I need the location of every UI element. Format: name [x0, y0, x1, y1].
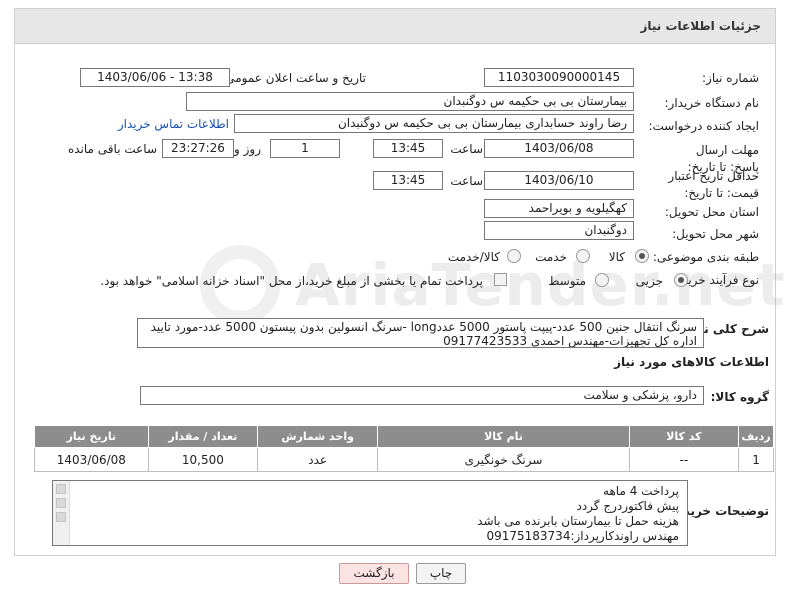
back-button[interactable]: بازگشت	[339, 563, 409, 584]
category-label: طبقه بندی موضوعی:	[652, 250, 759, 264]
scroll-thumb[interactable]	[56, 498, 66, 508]
days-value: 1	[270, 139, 340, 158]
buyer-notes-textarea[interactable]: پرداخت 4 ماهه پیش فاکتوردرج گردد هزینه ح…	[52, 480, 688, 546]
category-radio-goods[interactable]	[635, 249, 649, 263]
contact-info-link[interactable]: اطلاعات تماس خریدار	[118, 117, 229, 131]
city-label: شهر محل تحویل:	[672, 227, 759, 241]
need-number-label: شماره نیاز:	[702, 71, 759, 85]
col-unit: واحد شمارش	[257, 425, 379, 448]
header-bar: جزئیات اطلاعات نیاز	[14, 8, 776, 44]
city-value: دوگنبدان	[484, 221, 634, 240]
requester-label: ایجاد کننده درخواست:	[648, 119, 759, 133]
goods-group-value: دارو، پزشکی و سلامت	[140, 386, 704, 405]
requester-value: رضا راوند حسابداری بیمارستان بی بی حکیمه…	[234, 114, 634, 133]
cell-need-date: 1403/06/08	[34, 447, 149, 472]
table-header-row: ردیف کد کالا نام کالا واحد شمارش تعداد /…	[34, 425, 774, 448]
reply-time-label: ساعت	[450, 142, 483, 156]
category-radio-service[interactable]	[576, 249, 590, 263]
price-validity-label: حداقل تاریخ اعتبار قیمت: تا تاریخ:	[668, 169, 759, 200]
announce-value: 1403/06/06 - 13:38	[80, 68, 230, 87]
buyer-org-label: نام دستگاه خریدار:	[664, 96, 760, 110]
cell-item-code: --	[628, 447, 740, 472]
goods-section-title: اطلاعات کالاهای مورد نیاز	[614, 355, 769, 369]
province-label: استان محل تحویل:	[664, 205, 759, 219]
buyer-notes-text: پرداخت 4 ماهه پیش فاکتوردرج گردد هزینه ح…	[477, 484, 679, 543]
items-table: ردیف کد کالا نام کالا واحد شمارش تعداد /…	[34, 425, 774, 472]
reply-date-value: 1403/06/08	[484, 139, 634, 158]
province-value: کهگیلویه و بویراحمد	[484, 199, 634, 218]
price-time-label: ساعت	[450, 174, 483, 188]
goods-group-label: گروه کالا:	[710, 390, 769, 404]
process-option-minor: جزیی	[635, 274, 663, 288]
reply-time-value: 13:45	[373, 139, 443, 158]
col-item-code: کد کالا	[628, 425, 740, 448]
category-radio-goods-service[interactable]	[507, 249, 521, 263]
col-quantity: تعداد / مقدار	[147, 425, 259, 448]
days-label: روز و	[234, 142, 261, 156]
cell-row-number: 1	[738, 447, 774, 472]
category-option-goods: کالا	[608, 250, 625, 264]
remaining-time-value: 23:27:26	[162, 139, 234, 158]
col-row-number: ردیف	[738, 425, 774, 448]
process-option-medium: متوسط	[548, 274, 586, 288]
print-button[interactable]: چاپ	[416, 563, 466, 584]
scroll-down-icon[interactable]	[56, 512, 66, 522]
process-radio-minor[interactable]	[674, 273, 688, 287]
col-item-name: نام کالا	[377, 425, 630, 448]
cell-unit: عدد	[257, 447, 379, 472]
price-date-value: 1403/06/10	[484, 171, 634, 190]
cell-quantity: 10,500	[147, 447, 259, 472]
category-option-goods-service: کالا/خدمت	[447, 250, 500, 264]
page-title: جزئیات اطلاعات نیاز	[640, 19, 761, 33]
treasury-payment-checkbox[interactable]	[494, 273, 507, 286]
need-number-value: 1103030090000145	[484, 68, 634, 87]
process-radio-medium[interactable]	[595, 273, 609, 287]
description-text: سرنگ انتقال جنین 500 عدد-پیپت پاستور 500…	[137, 318, 704, 348]
category-option-service: خدمت	[535, 250, 567, 264]
remaining-time-label: ساعت باقی مانده	[67, 142, 157, 156]
treasury-payment-note: پرداخت تمام یا بخشی از مبلغ خرید،از محل …	[100, 274, 483, 288]
col-need-date: تاریخ نیاز	[34, 425, 149, 448]
table-row: 1 -- سرنگ خونگیری عدد 10,500 1403/06/08	[34, 447, 774, 472]
notes-scrollbar[interactable]	[53, 481, 70, 545]
buyer-org-value: بیمارستان بی بی حکیمه س دوگنبدان	[186, 92, 634, 111]
scroll-up-icon[interactable]	[56, 484, 66, 494]
price-time-value: 13:45	[373, 171, 443, 190]
cell-item-name: سرنگ خونگیری	[377, 447, 630, 472]
announce-label: تاریخ و ساعت اعلان عمومی:	[221, 71, 366, 85]
